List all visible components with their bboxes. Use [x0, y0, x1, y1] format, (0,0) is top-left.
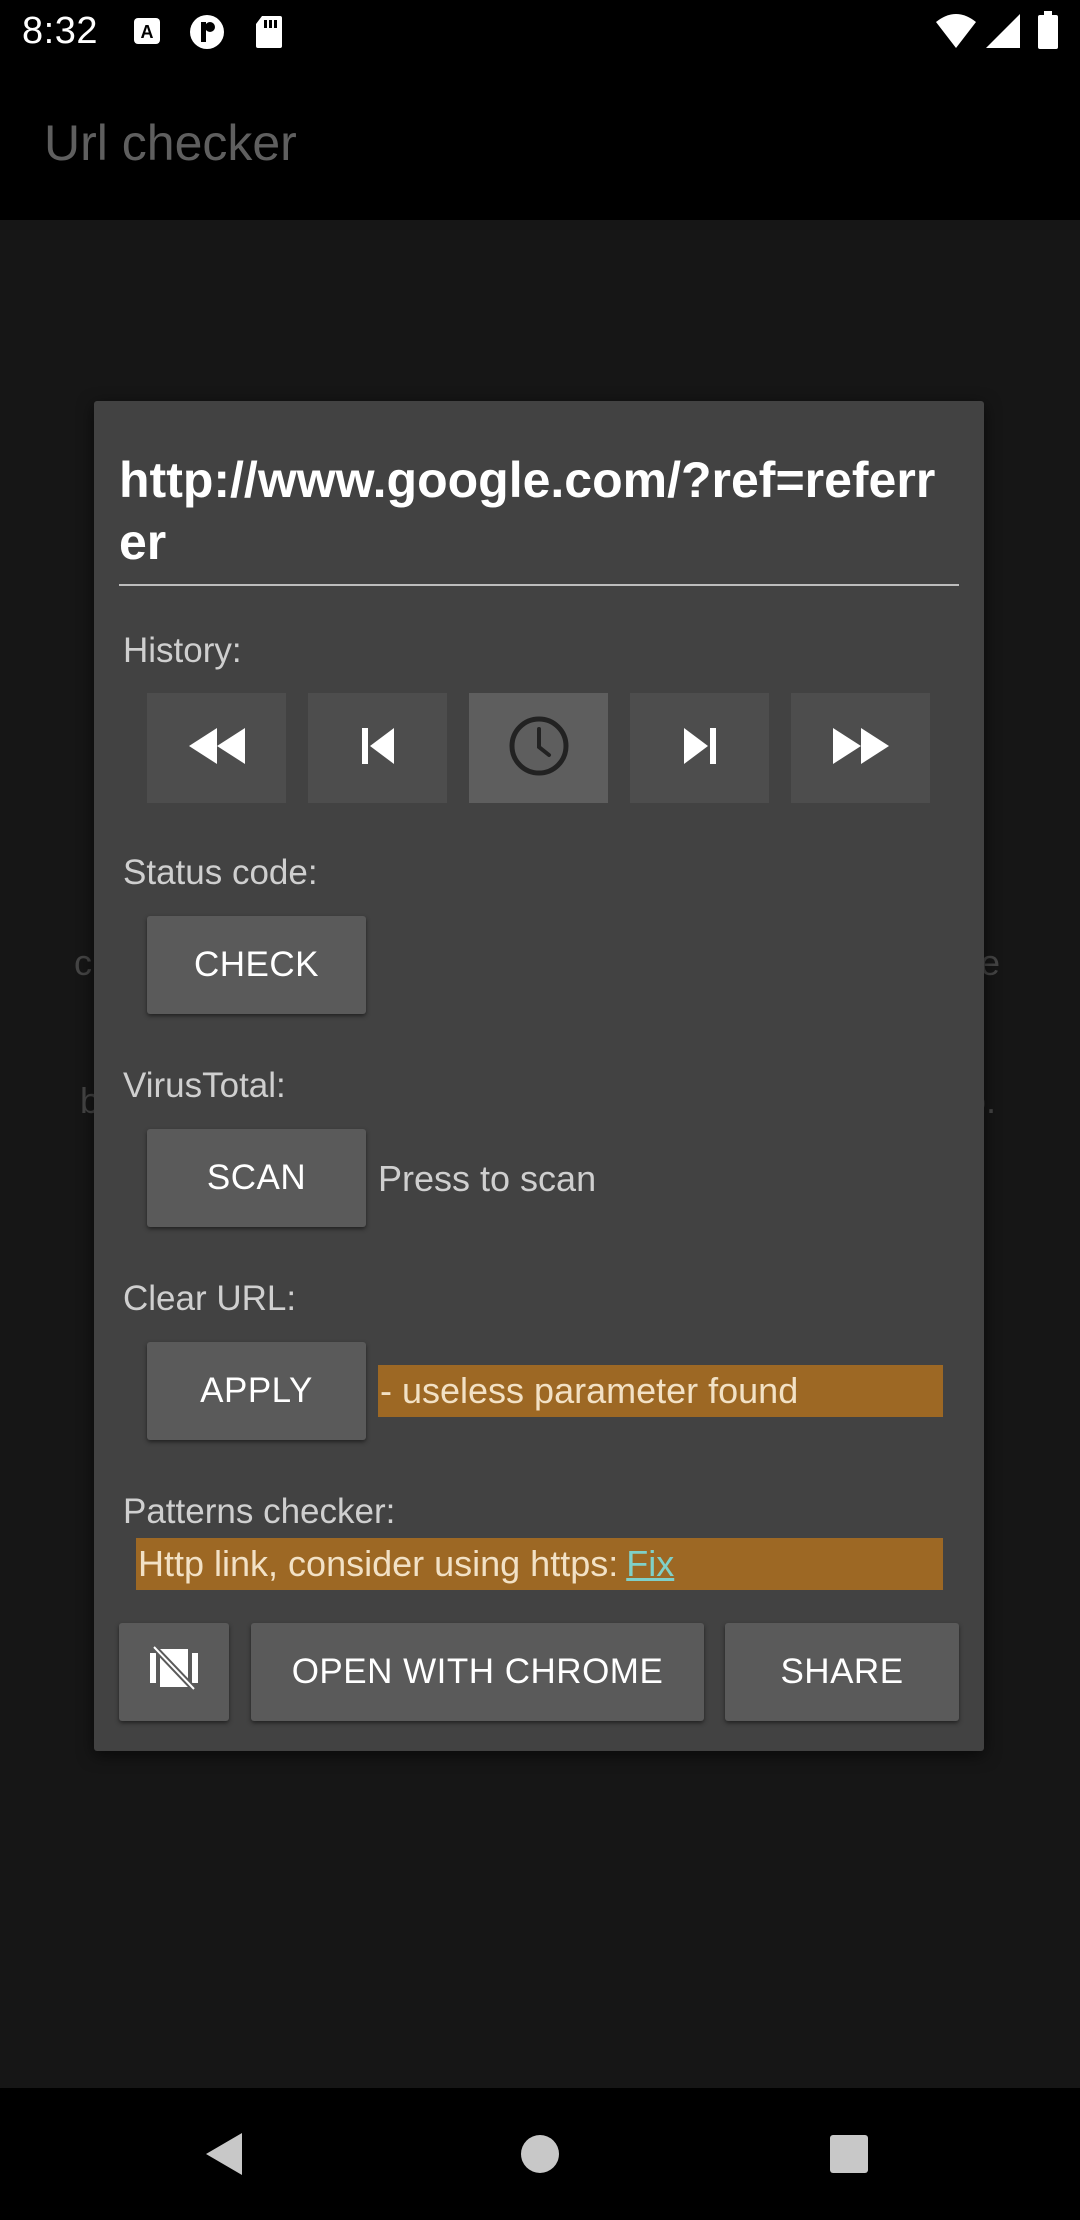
svg-text:A: A — [141, 22, 154, 42]
url-input[interactable]: http://www.google.com/?ref=referrer — [119, 449, 959, 573]
virustotal-result: Press to scan — [378, 1158, 597, 1199]
screen: 8:32 A Url checker c e b http://www.goog… — [0, 0, 1080, 2220]
signal-icon — [984, 12, 1022, 55]
status-code-label: Status code: — [123, 853, 318, 892]
clear-url-result-text: - useless parameter found — [380, 1370, 799, 1411]
url-input-underline — [119, 584, 959, 586]
apply-button[interactable]: APPLY — [147, 1342, 366, 1440]
patterns-label: Patterns checker: — [123, 1492, 396, 1531]
p-notification-icon — [188, 14, 226, 55]
ctabs-toggle-button[interactable] — [119, 1623, 229, 1721]
clear-url-label: Clear URL: — [123, 1279, 297, 1318]
history-previous-button[interactable] — [308, 693, 447, 803]
history-first-button[interactable] — [147, 693, 286, 803]
status-bar: 8:32 A — [0, 0, 1080, 66]
skip-next-icon — [680, 724, 720, 773]
wifi-icon — [934, 12, 978, 55]
app-title: Url checker — [44, 115, 297, 171]
fix-link[interactable]: Fix — [626, 1543, 674, 1585]
history-clock-icon — [508, 715, 570, 782]
share-button[interactable]: SHARE — [725, 1623, 959, 1721]
battery-icon — [1036, 10, 1060, 55]
history-label: History: — [123, 631, 242, 670]
home-icon[interactable] — [519, 2133, 561, 2180]
sd-card-icon — [254, 14, 284, 55]
patterns-warning: Http link, consider using https: Fix — [136, 1538, 943, 1590]
background-text: c — [74, 942, 92, 983]
open-with-button[interactable]: OPEN WITH CHROME — [251, 1623, 704, 1721]
a-notification-icon: A — [132, 14, 162, 53]
recents-icon[interactable] — [829, 2134, 869, 2179]
navigation-bar — [0, 2088, 1080, 2220]
fast-forward-icon — [829, 724, 893, 773]
clear-url-result: - useless parameter found — [378, 1365, 943, 1417]
url-dialog: http://www.google.com/?ref=referrer Hist… — [94, 401, 984, 1751]
virustotal-label: VirusTotal: — [123, 1066, 286, 1105]
rewind-icon — [185, 724, 249, 773]
history-last-button[interactable] — [791, 693, 930, 803]
skip-previous-icon — [358, 724, 398, 773]
app-bar: Url checker — [0, 66, 1080, 220]
history-next-button[interactable] — [630, 693, 769, 803]
patterns-warning-text: Http link, consider using https: — [138, 1543, 619, 1584]
check-button[interactable]: CHECK — [147, 916, 366, 1014]
back-icon[interactable] — [202, 2129, 246, 2184]
history-current-button[interactable] — [469, 693, 608, 803]
ctabs-off-icon — [146, 1643, 202, 1702]
scan-button[interactable]: SCAN — [147, 1129, 366, 1227]
status-time: 8:32 — [22, 10, 98, 52]
